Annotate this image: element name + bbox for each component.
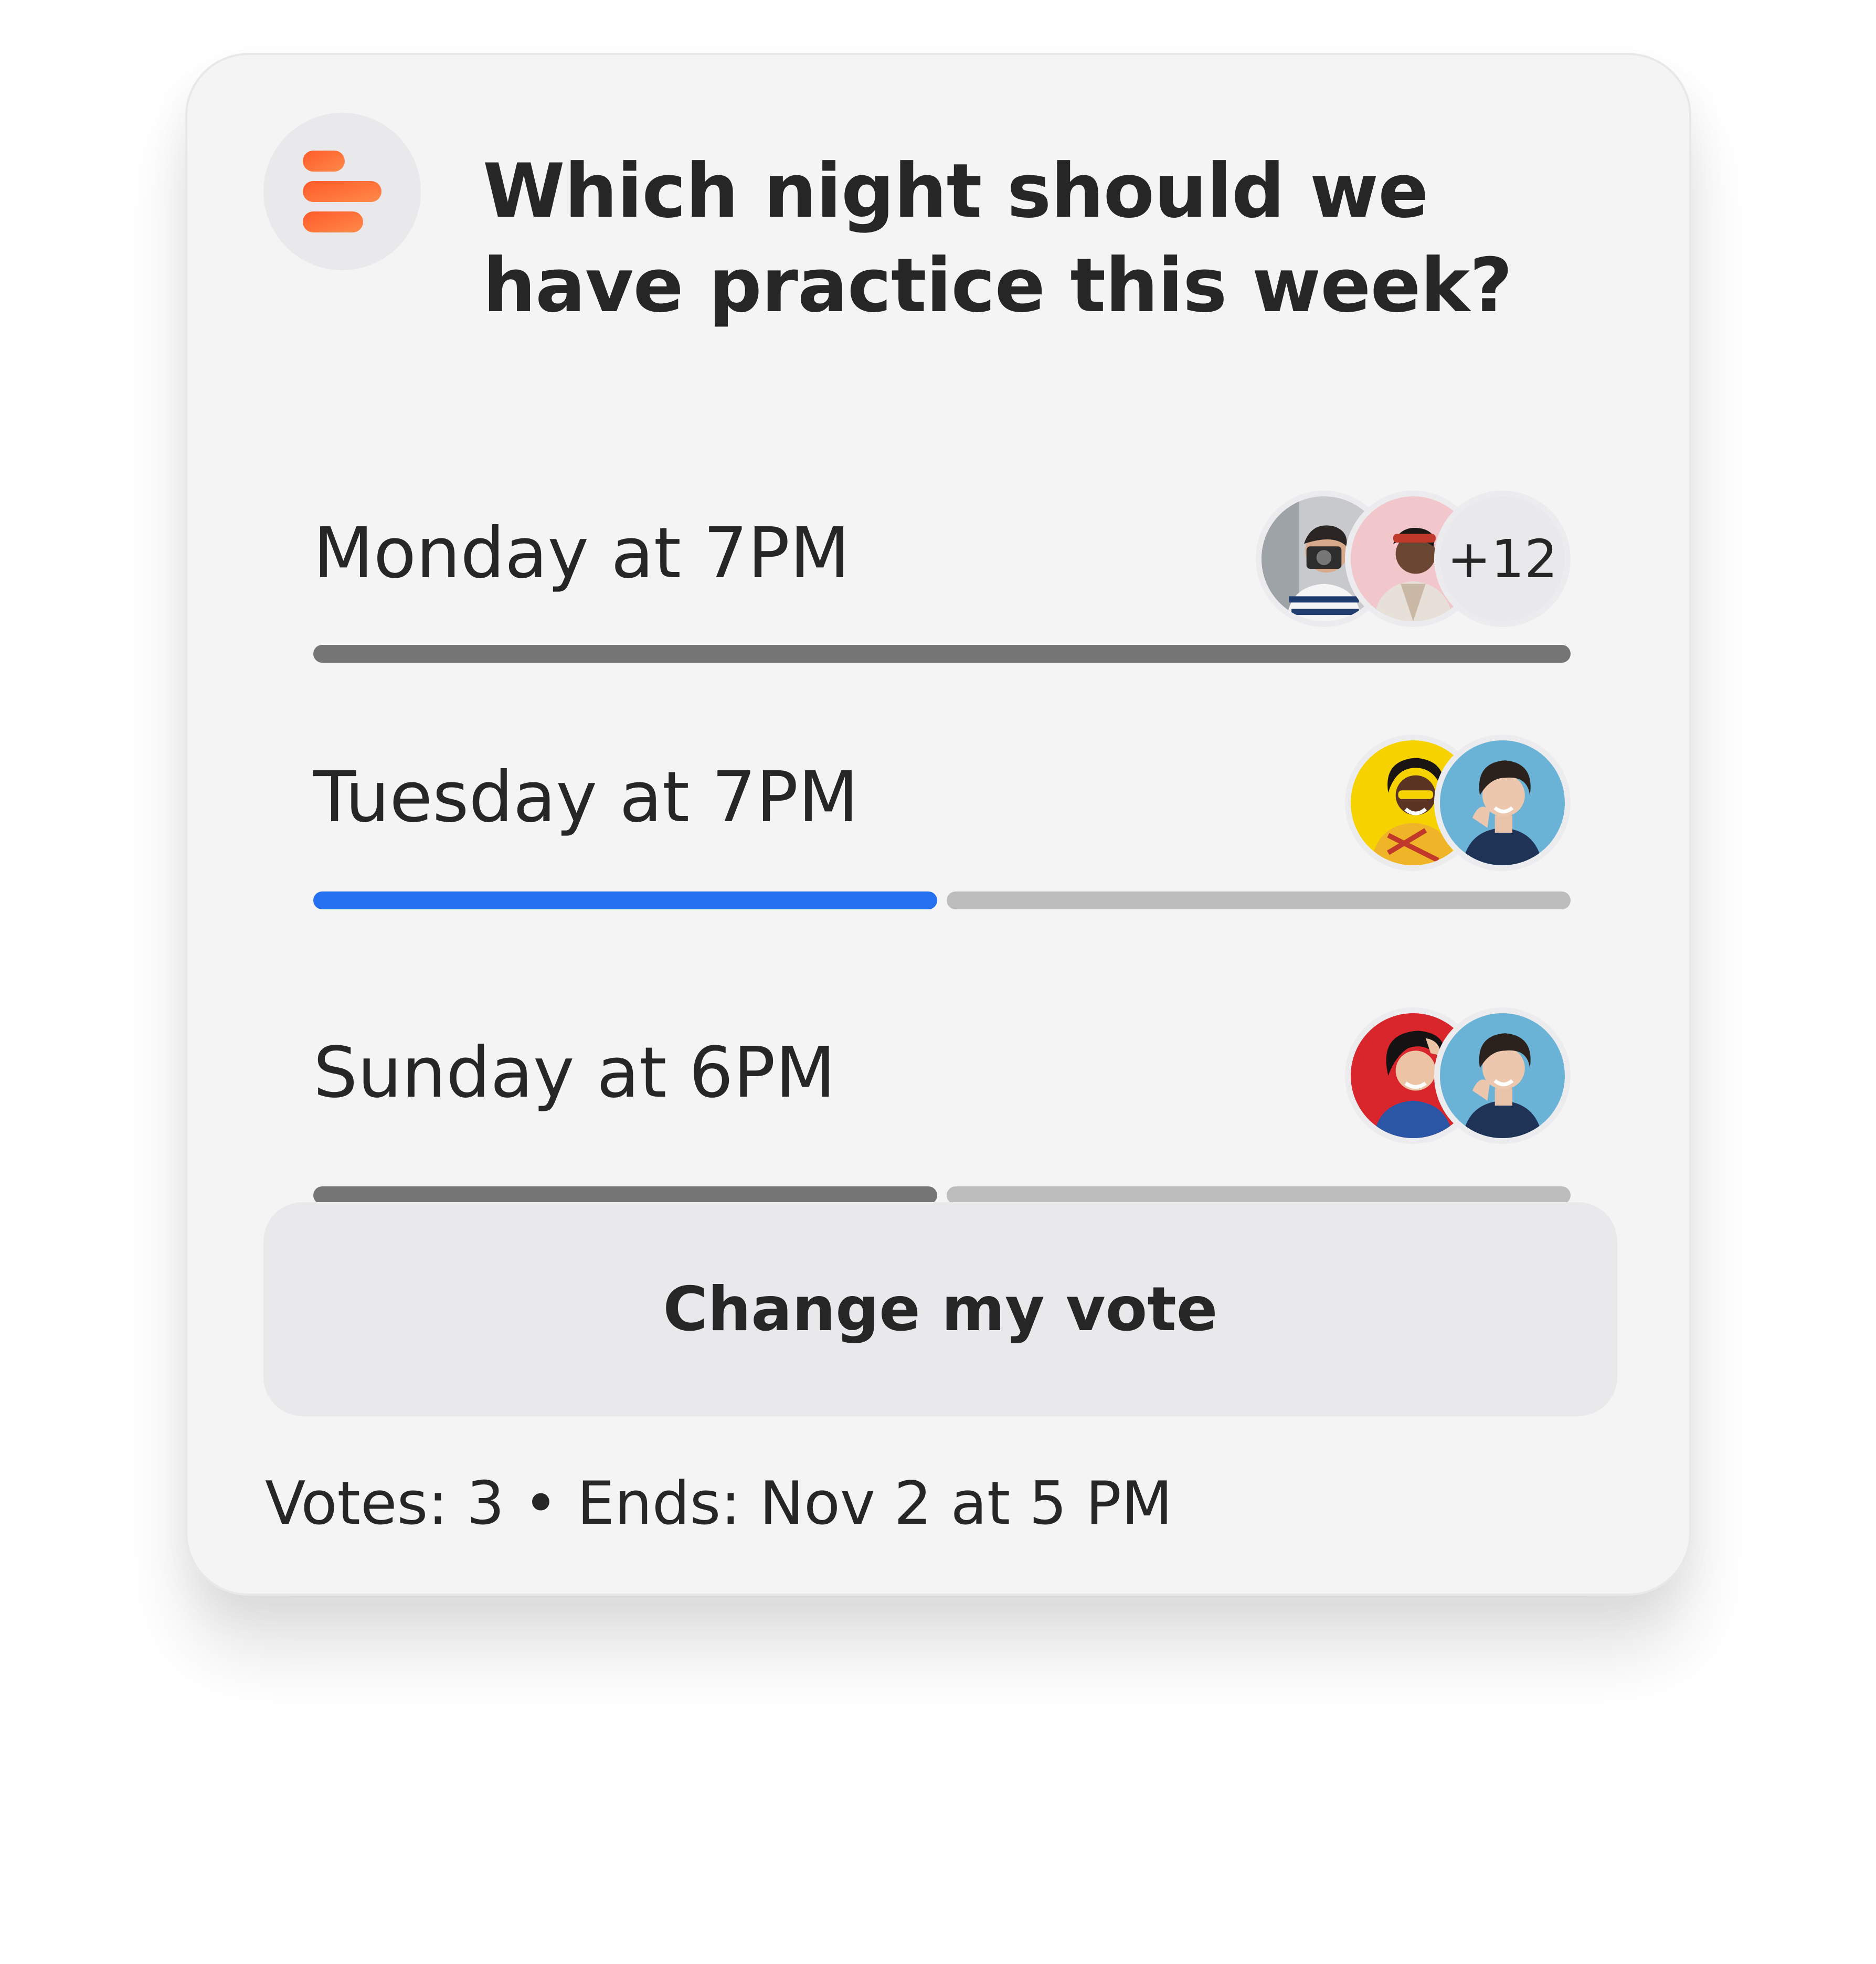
option-label: Monday at 7PM (313, 513, 850, 594)
poll-question: Which night should we have practice this… (483, 148, 1513, 329)
avatar-woman-blue-background (1434, 1007, 1571, 1144)
option-label: Tuesday at 7PM (313, 757, 858, 838)
vote-bar (313, 1186, 1571, 1204)
poll-bars-icon (263, 113, 421, 270)
poll-option-monday[interactable]: Monday at 7PM +12 (313, 433, 1571, 669)
vote-bar (313, 891, 1571, 909)
vote-bar-remainder (947, 891, 1571, 909)
vote-bar-remainder (947, 1186, 1571, 1204)
avatar-woman-blue-background (1434, 735, 1571, 871)
change-vote-button[interactable]: Change my vote (263, 1202, 1617, 1416)
option-label: Sunday at 6PM (313, 1033, 836, 1113)
poll-option-tuesday[interactable]: Tuesday at 7PM (313, 680, 1571, 916)
voter-avatars (1345, 1007, 1571, 1144)
vote-bar-fill (313, 645, 1571, 663)
more-voters-badge[interactable]: +12 (1434, 491, 1571, 627)
poll-footer-status: Votes: 3 • Ends: Nov 2 at 5 PM (265, 1469, 1173, 1538)
voter-avatars: +12 (1256, 491, 1571, 627)
poll-option-sunday[interactable]: Sunday at 6PM (313, 958, 1571, 1204)
vote-bar-fill (313, 1186, 937, 1204)
voter-avatars (1345, 735, 1571, 871)
poll-card: Which night should we have practice this… (185, 53, 1691, 1596)
vote-bar-fill (313, 891, 937, 909)
vote-bar (313, 645, 1571, 663)
